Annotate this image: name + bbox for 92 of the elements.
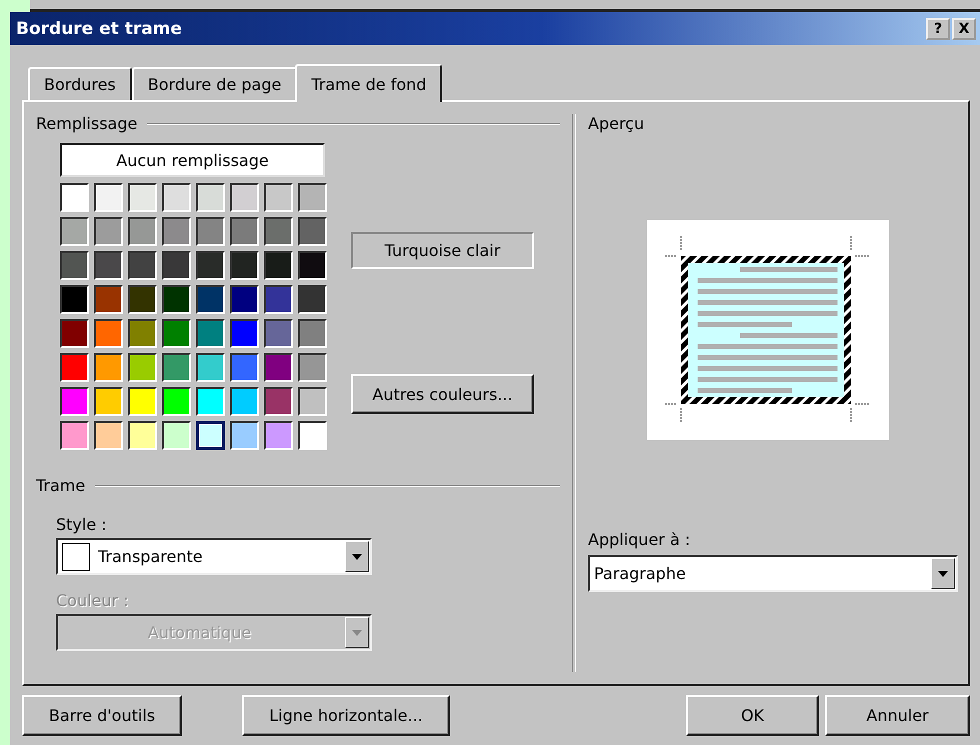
color-swatch[interactable] bbox=[60, 421, 89, 450]
field-label: Couleur : bbox=[56, 591, 130, 610]
dropdown-value: Automatique bbox=[146, 623, 252, 642]
help-button[interactable]: ? bbox=[926, 18, 950, 40]
color-swatch[interactable] bbox=[298, 387, 327, 416]
color-swatch[interactable] bbox=[230, 183, 259, 212]
color-swatch[interactable] bbox=[162, 421, 191, 450]
dialog-button[interactable]: Barre d'outils bbox=[22, 695, 182, 736]
group-heading: Aperçu bbox=[588, 114, 646, 133]
color-swatch[interactable] bbox=[162, 251, 191, 280]
color-swatch[interactable] bbox=[94, 285, 123, 314]
dropdown[interactable]: Paragraphe bbox=[588, 555, 958, 592]
color-swatch[interactable] bbox=[94, 183, 123, 212]
color-swatch[interactable] bbox=[94, 217, 123, 246]
dialog-button[interactable]: OK bbox=[686, 695, 819, 736]
color-swatch[interactable] bbox=[230, 421, 259, 450]
color-swatch[interactable] bbox=[298, 217, 327, 246]
color-swatch[interactable] bbox=[298, 183, 327, 212]
color-swatch[interactable] bbox=[60, 251, 89, 280]
color-swatch[interactable] bbox=[264, 421, 293, 450]
color-swatch[interactable] bbox=[128, 285, 157, 314]
close-button[interactable]: X bbox=[952, 18, 976, 40]
pattern-swatch-icon bbox=[62, 542, 90, 570]
color-swatch[interactable] bbox=[196, 319, 225, 348]
more-colors-button[interactable]: Autres couleurs... bbox=[351, 374, 534, 414]
color-swatch[interactable] bbox=[94, 353, 123, 382]
color-swatch[interactable] bbox=[196, 421, 225, 450]
color-swatch[interactable] bbox=[298, 319, 327, 348]
color-swatch[interactable] bbox=[128, 387, 157, 416]
color-swatch[interactable] bbox=[60, 353, 89, 382]
color-swatch[interactable] bbox=[230, 319, 259, 348]
color-swatch[interactable] bbox=[264, 387, 293, 416]
color-swatch[interactable] bbox=[60, 285, 89, 314]
color-swatch[interactable] bbox=[264, 217, 293, 246]
color-swatch[interactable] bbox=[60, 217, 89, 246]
color-swatch[interactable] bbox=[94, 421, 123, 450]
group-heading: Trame bbox=[36, 476, 86, 495]
color-swatch[interactable] bbox=[128, 183, 157, 212]
color-swatch[interactable] bbox=[298, 353, 327, 382]
color-swatch[interactable] bbox=[128, 251, 157, 280]
color-swatch[interactable] bbox=[264, 251, 293, 280]
color-swatch[interactable] bbox=[196, 285, 225, 314]
color-swatch[interactable] bbox=[230, 387, 259, 416]
no-fill-button[interactable]: Aucun remplissage bbox=[60, 143, 325, 177]
color-swatch[interactable] bbox=[162, 183, 191, 212]
color-swatch[interactable] bbox=[230, 217, 259, 246]
dropdown-value: Transparente bbox=[98, 547, 204, 566]
caret-icon bbox=[352, 554, 362, 560]
dropdown-value: Paragraphe bbox=[594, 564, 687, 583]
color-swatch[interactable] bbox=[230, 353, 259, 382]
color-swatch[interactable] bbox=[94, 387, 123, 416]
color-swatch[interactable] bbox=[162, 319, 191, 348]
color-swatch[interactable] bbox=[264, 319, 293, 348]
color-swatch[interactable] bbox=[94, 251, 123, 280]
color-swatch[interactable] bbox=[60, 319, 89, 348]
color-swatch[interactable] bbox=[128, 319, 157, 348]
color-swatch[interactable] bbox=[162, 217, 191, 246]
field-label: Style : bbox=[56, 515, 108, 534]
tab[interactable]: Trame de fond bbox=[295, 64, 442, 102]
color-swatch[interactable] bbox=[128, 421, 157, 450]
color-swatch[interactable] bbox=[196, 183, 225, 212]
color-swatch[interactable] bbox=[162, 387, 191, 416]
color-swatch[interactable] bbox=[230, 251, 259, 280]
caret-icon bbox=[938, 570, 948, 576]
caret-icon bbox=[352, 630, 362, 636]
color-swatch[interactable] bbox=[196, 217, 225, 246]
color-swatch[interactable] bbox=[128, 217, 157, 246]
color-swatch[interactable] bbox=[298, 251, 327, 280]
tab[interactable]: Bordures bbox=[28, 67, 132, 100]
color-swatch[interactable] bbox=[264, 285, 293, 314]
color-swatch[interactable] bbox=[60, 387, 89, 416]
color-swatch[interactable] bbox=[298, 285, 327, 314]
dropdown[interactable]: Transparente bbox=[56, 538, 372, 575]
color-swatch[interactable] bbox=[264, 353, 293, 382]
color-swatch[interactable] bbox=[128, 353, 157, 382]
color-swatch[interactable] bbox=[196, 251, 225, 280]
color-swatch[interactable] bbox=[60, 183, 89, 212]
color-swatch[interactable] bbox=[196, 387, 225, 416]
group-heading: Remplissage bbox=[36, 114, 138, 133]
field-label: Appliquer à : bbox=[588, 530, 692, 549]
color-name: Turquoise clair bbox=[351, 232, 534, 269]
color-swatch[interactable] bbox=[298, 421, 327, 450]
tab[interactable]: Bordure de page bbox=[132, 67, 298, 100]
color-swatch[interactable] bbox=[162, 353, 191, 382]
color-swatch[interactable] bbox=[230, 285, 259, 314]
color-swatch[interactable] bbox=[264, 183, 293, 212]
dialog-button[interactable]: Ligne horizontale... bbox=[242, 695, 450, 736]
dialog-button[interactable]: Annuler bbox=[825, 695, 970, 736]
color-swatch[interactable] bbox=[196, 353, 225, 382]
color-swatch[interactable] bbox=[94, 319, 123, 348]
window-title: Bordure et trame bbox=[16, 18, 182, 38]
color-swatch[interactable] bbox=[162, 285, 191, 314]
